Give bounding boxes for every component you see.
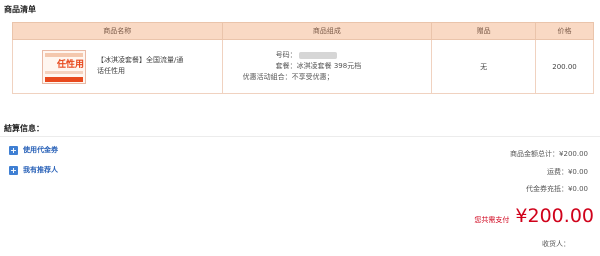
header-product-combo: 商品组成 (221, 22, 433, 40)
combo-row-promo: 优惠活动組合：不享受优惠； (243, 72, 362, 83)
blurred-phone-number (298, 51, 337, 59)
total-amount: ¥200.00 (515, 205, 594, 227)
plus-square-icon: + (9, 145, 18, 155)
thumbnail-text: 任性用 (57, 60, 85, 70)
combo-label-plan: 套餐： (275, 62, 297, 70)
combo-lines: 号码： 套餐：冰淇凌套餐 398元档 优惠活动組合：不享受优惠； (243, 50, 362, 83)
product-name-link[interactable]: 【冰淇凌套餐】全国流量/通话任性用 (97, 55, 187, 77)
section-divider (0, 136, 600, 137)
product-thumbnail[interactable]: 任性用 (42, 50, 86, 84)
use-voucher-link[interactable]: + 使用代金券 (9, 145, 58, 155)
referrer-label: 我有推荐人 (23, 166, 58, 174)
consignee-label: 收货人： (542, 240, 570, 248)
header-price: 价格 (535, 22, 594, 40)
thumbnail-bottom-bar (45, 77, 83, 82)
combo-row-plan: 套餐：冰淇凌套餐 398元档 (243, 61, 362, 72)
header-gift: 赠品 (431, 22, 537, 40)
use-voucher-label: 使用代金券 (23, 146, 58, 154)
plus-square-icon: + (9, 165, 18, 175)
goods-table: 商品名称 商品组成 赠品 价格 任性用 【冰淇凌套餐】全国流量/通话任性用 号码… (12, 22, 594, 94)
combo-value-plan: 冰淇凌套餐 398元档 (296, 62, 362, 70)
product-cell: 任性用 【冰淇凌套餐】全国流量/通话任性用 (12, 39, 223, 94)
goods-table-header: 商品名称 商品组成 赠品 价格 (12, 22, 594, 40)
gift-cell: 无 (431, 39, 537, 94)
referrer-link[interactable]: + 我有推荐人 (9, 165, 58, 175)
settlement-title: 結算信息： (4, 124, 44, 133)
goods-total: 商品金额总计：¥200.00 (510, 150, 588, 158)
thumbnail-subtext-strip (45, 71, 83, 74)
price-cell: 200.00 (535, 39, 594, 94)
voucher-deduction: 代金券充抵：¥0.00 (525, 185, 588, 193)
total-label: 您共需支付 (474, 216, 510, 224)
shipping-fee: 运费：¥0.00 (546, 168, 588, 176)
combo-label-number: 号码： (275, 51, 297, 59)
combo-cell: 号码： 套餐：冰淇凌套餐 398元档 优惠活动組合：不享受优惠； (221, 39, 433, 94)
table-row: 任性用 【冰淇凌套餐】全国流量/通话任性用 号码： 套餐：冰淇凌套餐 398元档 (12, 39, 594, 94)
combo-value-promo: 不享受优惠； (291, 73, 334, 81)
goods-list-title: 商品清单 (4, 5, 36, 14)
total-payable: 您共需支付 ¥200.00 (474, 205, 594, 227)
combo-row-number: 号码： (243, 50, 362, 61)
header-product-name: 商品名称 (12, 22, 223, 40)
combo-label-promo: 优惠活动組合： (242, 73, 292, 81)
